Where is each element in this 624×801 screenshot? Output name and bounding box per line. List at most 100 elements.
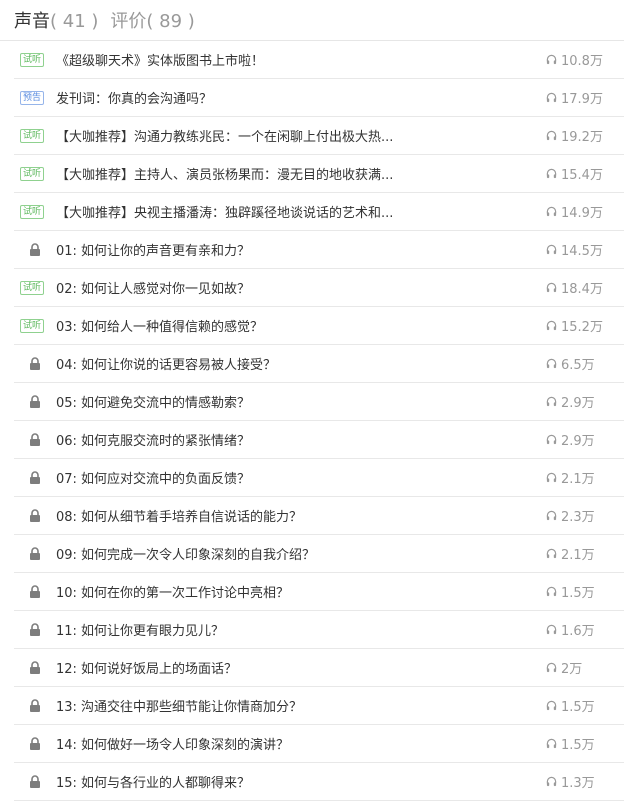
play-count: 1.6万 [546, 620, 624, 639]
episode-title[interactable]: 09: 如何完成一次令人印象深刻的自我介绍？ [56, 544, 546, 563]
headphones-icon [546, 282, 561, 293]
episode-title[interactable]: 【大咖推荐】央视主播潘涛：独辟蹊径地谈说话的艺术和... [56, 202, 546, 221]
badge-wrap: 试听 [14, 204, 56, 219]
tab-sounds[interactable]: 声音( 41 ) [14, 7, 98, 33]
headphones-icon [546, 396, 561, 407]
list-item[interactable]: 15: 如何与各行业的人都聊得来？ 1.3万 [14, 763, 624, 801]
play-count-value: 10.8万 [561, 54, 603, 69]
headphones-icon [546, 586, 561, 597]
tab-reviews-count: ( 89 ) [146, 11, 195, 32]
headphones-icon [546, 510, 561, 521]
headphones-icon [546, 434, 561, 445]
headphones-icon [546, 206, 561, 217]
play-count: 10.8万 [546, 50, 624, 69]
list-item[interactable]: 预告 发刊词：你真的会沟通吗？ 17.9万 [14, 79, 624, 117]
episode-title[interactable]: 【大咖推荐】主持人、演员张杨果而：漫无目的地收获满... [56, 164, 546, 183]
play-count: 1.3万 [546, 772, 624, 791]
episode-title[interactable]: 08: 如何从细节着手培养自信说话的能力？ [56, 506, 546, 525]
list-item[interactable]: 试听 【大咖推荐】央视主播潘涛：独辟蹊径地谈说话的艺术和... 14.9万 [14, 193, 624, 231]
play-count-value: 1.6万 [561, 624, 595, 639]
trial-badge: 试听 [20, 52, 45, 67]
list-item[interactable]: 06: 如何克服交流时的紧张情绪？ 2.9万 [14, 421, 624, 459]
preview-badge: 预告 [20, 90, 45, 105]
headphones-icon [546, 700, 561, 711]
episode-title[interactable]: 发刊词：你真的会沟通吗？ [56, 88, 546, 107]
play-count: 15.4万 [546, 164, 624, 183]
episode-list: 试听 《超级聊天术》实体版图书上市啦！ 10.8万 预告 发刊词：你真的会沟通吗？ 17.… [0, 41, 624, 801]
list-item[interactable]: 试听 02: 如何让人感觉对你一见如故？ 18.4万 [14, 269, 624, 307]
lock-icon [14, 357, 56, 370]
list-item[interactable]: 试听 【大咖推荐】沟通力教练兆民：一个在闲聊上付出极大热... 19.2万 [14, 117, 624, 155]
trial-badge: 试听 [20, 280, 45, 295]
list-item[interactable]: 试听 03: 如何给人一种值得信赖的感觉？ 15.2万 [14, 307, 624, 345]
headphones-icon [546, 548, 561, 559]
play-count: 14.9万 [546, 202, 624, 221]
list-item[interactable]: 11: 如何让你更有眼力见儿？ 1.6万 [14, 611, 624, 649]
episode-title[interactable]: 02: 如何让人感觉对你一见如故？ [56, 278, 546, 297]
lock-icon [14, 661, 56, 674]
list-item[interactable]: 12: 如何说好饭局上的场面话？ 2万 [14, 649, 624, 687]
list-item[interactable]: 01: 如何让你的声音更有亲和力？ 14.5万 [14, 231, 624, 269]
play-count: 6.5万 [546, 354, 624, 373]
lock-icon [14, 471, 56, 484]
list-item[interactable]: 05: 如何避免交流中的情感勒索？ 2.9万 [14, 383, 624, 421]
lock-icon [14, 775, 56, 788]
episode-title[interactable]: 13: 沟通交往中那些细节能让你情商加分？ [56, 696, 546, 715]
lock-icon [14, 243, 56, 256]
headphones-icon [546, 662, 561, 673]
list-item[interactable]: 09: 如何完成一次令人印象深刻的自我介绍？ 2.1万 [14, 535, 624, 573]
list-item[interactable]: 04: 如何让你说的话更容易被人接受？ 6.5万 [14, 345, 624, 383]
headphones-icon [546, 358, 561, 369]
play-count: 2.3万 [546, 506, 624, 525]
play-count: 2万 [546, 658, 624, 677]
episode-title[interactable]: 11: 如何让你更有眼力见儿？ [56, 620, 546, 639]
headphones-icon [546, 92, 561, 103]
episode-title[interactable]: 01: 如何让你的声音更有亲和力？ [56, 240, 546, 259]
list-item[interactable]: 10: 如何在你的第一次工作讨论中亮相？ 1.5万 [14, 573, 624, 611]
headphones-icon [546, 320, 561, 331]
episode-title[interactable]: 《超级聊天术》实体版图书上市啦！ [56, 50, 546, 69]
headphones-icon [546, 738, 561, 749]
tab-sounds-count: ( 41 ) [50, 11, 99, 32]
episode-title[interactable]: 04: 如何让你说的话更容易被人接受？ [56, 354, 546, 373]
list-item[interactable]: 试听 【大咖推荐】主持人、演员张杨果而：漫无目的地收获满... 15.4万 [14, 155, 624, 193]
lock-icon [14, 699, 56, 712]
episode-title[interactable]: 03: 如何给人一种值得信赖的感觉？ [56, 316, 546, 335]
play-count-value: 2.1万 [561, 548, 595, 563]
episode-title[interactable]: 06: 如何克服交流时的紧张情绪？ [56, 430, 546, 449]
list-item[interactable]: 08: 如何从细节着手培养自信说话的能力？ 2.3万 [14, 497, 624, 535]
lock-icon [14, 737, 56, 750]
headphones-icon [546, 472, 561, 483]
list-item[interactable]: 14: 如何做好一场令人印象深刻的演讲？ 1.5万 [14, 725, 624, 763]
episode-title[interactable]: 05: 如何避免交流中的情感勒索？ [56, 392, 546, 411]
play-count: 19.2万 [546, 126, 624, 145]
play-count: 15.2万 [546, 316, 624, 335]
lock-icon [14, 395, 56, 408]
tab-reviews[interactable]: 评价( 89 ) [110, 7, 194, 33]
play-count-value: 1.5万 [561, 738, 595, 753]
badge-wrap: 试听 [14, 128, 56, 143]
list-item[interactable]: 13: 沟通交往中那些细节能让你情商加分？ 1.5万 [14, 687, 624, 725]
play-count-value: 15.2万 [561, 320, 603, 335]
lock-icon [14, 433, 56, 446]
episode-title[interactable]: 15: 如何与各行业的人都聊得来？ [56, 772, 546, 791]
list-item[interactable]: 07: 如何应对交流中的负面反馈？ 2.1万 [14, 459, 624, 497]
headphones-icon [546, 244, 561, 255]
play-count-value: 2.9万 [561, 396, 595, 411]
lock-icon [14, 623, 56, 636]
episode-title[interactable]: 14: 如何做好一场令人印象深刻的演讲？ [56, 734, 546, 753]
lock-icon [14, 585, 56, 598]
badge-wrap: 试听 [14, 280, 56, 295]
play-count-value: 2.1万 [561, 472, 595, 487]
episode-title[interactable]: 12: 如何说好饭局上的场面话？ [56, 658, 546, 677]
episode-title[interactable]: 10: 如何在你的第一次工作讨论中亮相？ [56, 582, 546, 601]
play-count: 2.1万 [546, 544, 624, 563]
play-count-value: 19.2万 [561, 130, 603, 145]
episode-title[interactable]: 07: 如何应对交流中的负面反馈？ [56, 468, 546, 487]
lock-icon [14, 509, 56, 522]
list-item[interactable]: 试听 《超级聊天术》实体版图书上市啦！ 10.8万 [14, 41, 624, 79]
trial-badge: 试听 [20, 318, 45, 333]
episode-title[interactable]: 【大咖推荐】沟通力教练兆民：一个在闲聊上付出极大热... [56, 126, 546, 145]
play-count-value: 2万 [561, 662, 583, 677]
play-count-value: 1.5万 [561, 586, 595, 601]
